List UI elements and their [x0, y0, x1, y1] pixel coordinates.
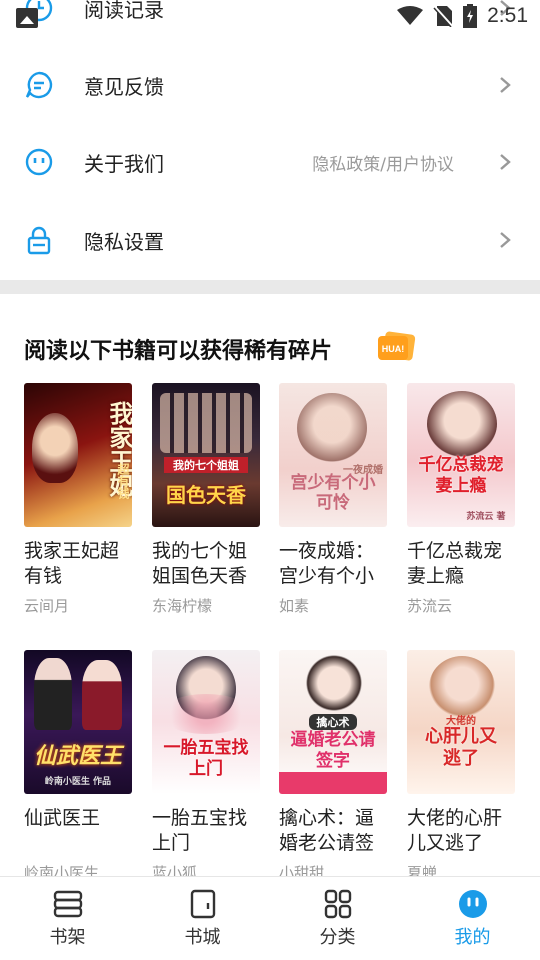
nav-label: 分类 [319, 927, 356, 948]
cover-subtitle: 大佬的 [446, 716, 476, 727]
menu-item-privacy[interactable]: 隐私设置 [0, 210, 540, 270]
book-card[interactable]: 擒心术 逼婚老公请签字 擒心术：逼婚老公请签字 小甜甜 [279, 650, 387, 883]
chevron-right-icon [500, 154, 511, 170]
clock: 2:51 [487, 4, 528, 27]
book-cover: 千亿总裁宠妻上瘾 苏流云 著 [407, 383, 515, 527]
nav-label: 书架 [49, 927, 86, 948]
book-card[interactable]: 我的七个姐姐 国色天香 我的七个姐姐国色天香 东海柠檬 [152, 383, 260, 616]
battery-icon [463, 4, 478, 28]
fragment-badge-icon: HUA! [378, 331, 416, 361]
book-author: 云间月 [24, 597, 70, 615]
cover-title: 仙武医王 [33, 743, 122, 769]
chevron-right-icon [500, 77, 511, 93]
grid-icon [324, 889, 351, 919]
cover-title: 心肝儿又逃了 [425, 726, 497, 769]
book-cover: 一胎五宝找上门 [152, 650, 260, 794]
menu-label: 隐私设置 [84, 229, 164, 254]
book-card[interactable]: 我家王妃 超有钱 我家王妃超有钱 云间月 [24, 383, 132, 616]
book-card[interactable]: 大佬的 心肝儿又逃了 大佬的心肝儿又逃了 夏蝉 [407, 650, 515, 883]
book-card[interactable]: 千亿总裁宠妻上瘾 苏流云 著 千亿总裁宠妻上瘾 苏流云 [407, 383, 515, 616]
book-cover: 我的七个姐姐 国色天香 [152, 383, 260, 527]
section-title: 阅读以下书籍可以获得稀有碎片 [24, 339, 333, 364]
cover-title: 逼婚老公请签字 [290, 730, 376, 771]
book-cover: 大佬的 心肝儿又逃了 [407, 650, 515, 794]
book-title: 仙武医王 [24, 807, 101, 829]
cover-title: 千亿总裁宠妻上瘾 [418, 455, 504, 496]
book-author: 苏流云 [407, 597, 453, 615]
nav-mine[interactable]: 我的 [405, 889, 540, 949]
cover-subtitle: 岭南小医生 作品 [44, 777, 112, 787]
book-title: 大佬的心肝儿又逃了 [407, 807, 503, 854]
cover-subtitle: 我的七个姐姐 [164, 457, 248, 473]
nav-category[interactable]: 分类 [270, 889, 405, 949]
book-cover: 我家王妃 超有钱 [24, 383, 132, 527]
cover-title: 国色天香 [166, 483, 246, 507]
bookshelf-icon [53, 890, 82, 918]
section-divider [0, 280, 540, 294]
book-card[interactable]: 仙武医王 岭南小医生 作品 仙武医王 岭南小医生 [24, 650, 132, 883]
book-author: 如素 [279, 597, 310, 615]
gallery-notification-icon [16, 8, 38, 28]
nav-label: 我的 [454, 927, 491, 948]
book-title: 我家王妃超有钱 [24, 540, 120, 587]
book-title: 千亿总裁宠妻上瘾 [407, 540, 503, 587]
book-card[interactable]: 一夜成婚 宫少有个小可怜 一夜成婚：宫少有个小可怜 如素 [279, 383, 387, 616]
book-icon [190, 889, 215, 919]
book-title: 一夜成婚：宫少有个小可怜 [279, 540, 375, 587]
bottom-navigation: 书架 书城 分类 我的 [0, 876, 540, 960]
cover-subtitle: 苏流云 著 [466, 512, 506, 522]
book-author: 东海柠檬 [152, 597, 213, 615]
privacy-policy-link[interactable]: 隐私政策/用户协议 [312, 150, 454, 175]
menu-label: 意见反馈 [84, 74, 164, 99]
nav-bookstore[interactable]: 书城 [135, 889, 270, 949]
menu-item-about[interactable]: 关于我们 隐私政策/用户协议 [0, 132, 540, 192]
nav-bookshelf[interactable]: 书架 [0, 889, 135, 949]
cover-subtitle: 超有钱 [116, 463, 130, 499]
book-cover: 仙武医王 岭南小医生 作品 [24, 650, 132, 794]
profile-smile-icon [458, 890, 487, 918]
nav-label: 书城 [184, 927, 221, 948]
cover-subtitle: 擒心术 [309, 714, 357, 730]
no-sim-icon [433, 5, 454, 27]
menu-item-feedback[interactable]: 意见反馈 [0, 55, 540, 115]
status-icons: 2:51 [397, 4, 528, 28]
lock-icon [27, 226, 51, 255]
cover-title: 宫少有个小可怜 [290, 473, 376, 513]
book-title: 一胎五宝找上门 [152, 807, 248, 854]
book-title: 擒心术：逼婚老公请签字 [279, 807, 375, 854]
cover-title: 一胎五宝找上门 [163, 738, 249, 779]
smile-icon [25, 148, 53, 176]
book-cover: 一夜成婚 宫少有个小可怜 [279, 383, 387, 527]
badge-text: HUA! [382, 344, 405, 354]
menu-label: 关于我们 [84, 151, 164, 176]
feedback-icon [25, 71, 53, 99]
chevron-right-icon [500, 232, 511, 248]
book-card[interactable]: 一胎五宝找上门 一胎五宝找上门 蓝小狐 [152, 650, 260, 883]
status-bar: 2:51 [0, 0, 540, 34]
book-cover: 擒心术 逼婚老公请签字 [279, 650, 387, 794]
wifi-icon [397, 6, 424, 25]
book-title: 我的七个姐姐国色天香 [152, 540, 248, 587]
